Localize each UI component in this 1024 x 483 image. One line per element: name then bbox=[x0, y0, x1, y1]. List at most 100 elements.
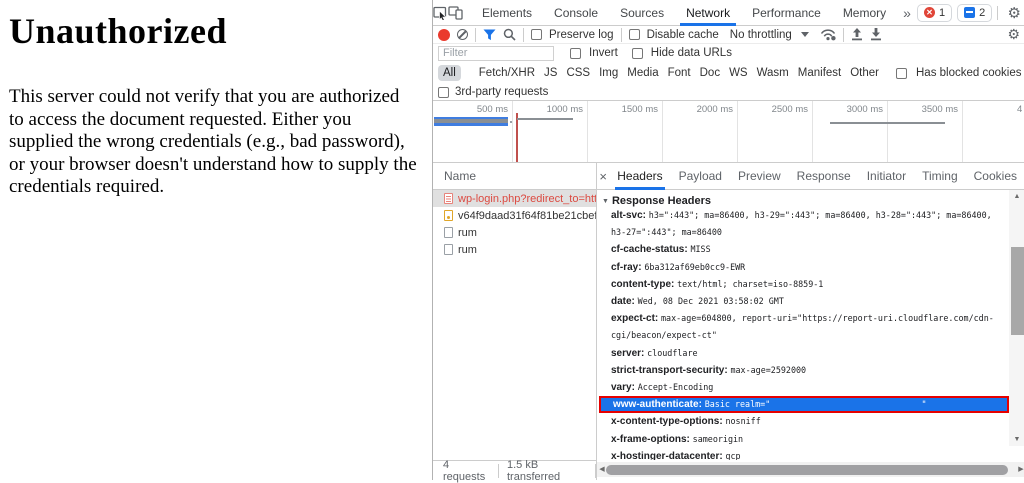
header-line: vary: Accept-Encoding bbox=[611, 379, 1008, 396]
error-count: 1 bbox=[939, 7, 945, 19]
paragraph-line: credentials required. bbox=[9, 176, 432, 199]
vertical-scrollbar[interactable]: ▲ ▼ bbox=[1009, 190, 1024, 446]
scroll-right-icon[interactable]: ▶ bbox=[1016, 462, 1024, 477]
header-name: vary: bbox=[611, 382, 638, 393]
header-line: h3-27=":443"; ma=86400 bbox=[611, 224, 1008, 241]
type-chip-js[interactable]: JS bbox=[544, 67, 557, 79]
detail-tab-preview[interactable]: Preview bbox=[730, 163, 789, 190]
close-detail-icon[interactable]: × bbox=[597, 169, 609, 184]
scroll-up-icon[interactable]: ▲ bbox=[1009, 190, 1024, 203]
has-blocked-cookies-checkbox[interactable] bbox=[896, 68, 907, 79]
hide-data-urls-checkbox[interactable] bbox=[632, 48, 643, 59]
timeline-label: 3000 ms bbox=[823, 104, 883, 115]
detail-tab-payload[interactable]: Payload bbox=[671, 163, 730, 190]
tab-memory[interactable]: Memory bbox=[832, 0, 897, 26]
resource-type-filter-bar: All Fetch/XHR JS CSS Img Media Font Doc WS Wasm Ma… bbox=[433, 62, 1024, 84]
header-line: cf-cache-status: MISS bbox=[611, 241, 1008, 258]
request-name: rum bbox=[458, 244, 477, 256]
tab-network[interactable]: Network bbox=[675, 0, 741, 26]
preserve-log-checkbox[interactable] bbox=[531, 29, 542, 40]
type-chip-ws[interactable]: WS bbox=[729, 67, 748, 79]
filter-bar: Invert Hide data URLs bbox=[433, 44, 1024, 62]
response-headers-title: Response Headers bbox=[612, 195, 711, 207]
detail-tab-response[interactable]: Response bbox=[789, 163, 859, 190]
network-controls-bar: Preserve log Disable cache No throttling… bbox=[433, 26, 1024, 44]
inspect-element-icon[interactable] bbox=[433, 2, 448, 24]
throttling-select[interactable]: No throttling bbox=[730, 29, 792, 41]
filter-input[interactable] bbox=[438, 46, 554, 61]
issues-badge[interactable]: 2 bbox=[957, 4, 992, 22]
request-row[interactable]: rum bbox=[433, 241, 596, 258]
header-value: h3-27=":443"; ma=86400 bbox=[611, 227, 722, 237]
more-tabs-icon[interactable]: » bbox=[897, 5, 917, 21]
type-chip-media[interactable]: Media bbox=[627, 67, 658, 79]
detail-tab-initiator[interactable]: Initiator bbox=[859, 163, 914, 190]
type-chip-other[interactable]: Other bbox=[850, 67, 879, 79]
header-entry-alt-svc: alt-svc: h3=":443"; ma=86400, h3-29=":44… bbox=[597, 207, 1010, 241]
doc-file-icon bbox=[444, 227, 453, 238]
import-har-icon[interactable] bbox=[851, 28, 863, 41]
response-headers-section[interactable]: ▼Response Headers bbox=[597, 190, 1010, 207]
devtools-tabs: ElementsConsoleSourcesNetworkPerformance… bbox=[471, 0, 897, 26]
toolbar-divider bbox=[523, 28, 524, 42]
type-chip-fetch-xhr[interactable]: Fetch/XHR bbox=[479, 67, 535, 79]
preserve-log-label: Preserve log bbox=[549, 29, 614, 41]
header-name: strict-transport-security: bbox=[611, 365, 730, 376]
detail-tab-headers[interactable]: Headers bbox=[609, 163, 670, 190]
type-chip-manifest[interactable]: Manifest bbox=[798, 67, 841, 79]
request-row[interactable]: v64f9daad31f64f81be21cbef6... bbox=[433, 207, 596, 224]
doc-error-file-icon bbox=[444, 193, 453, 204]
horizontal-scroll-thumb[interactable] bbox=[606, 465, 1008, 475]
settings-gear-icon[interactable]: ⚙ bbox=[1003, 2, 1024, 24]
type-chip-font[interactable]: Font bbox=[668, 67, 691, 79]
export-har-icon[interactable] bbox=[870, 28, 882, 41]
network-settings-gear-icon[interactable]: ⚙ bbox=[1007, 26, 1020, 43]
transferred-size: 1.5 kB transferred bbox=[507, 459, 587, 483]
header-entry-strict-transport-security: strict-transport-security: max-age=25920… bbox=[597, 362, 1010, 379]
detail-tab-timing[interactable]: Timing bbox=[914, 163, 966, 190]
disclosure-triangle-icon: ▼ bbox=[602, 198, 609, 205]
tab-sources[interactable]: Sources bbox=[609, 0, 675, 26]
header-value: Accept-Encoding bbox=[638, 382, 714, 392]
network-conditions-icon[interactable] bbox=[820, 28, 836, 41]
header-entry-date: date: Wed, 08 Dec 2021 03:58:02 GMT bbox=[597, 293, 1010, 310]
type-chip-all[interactable]: All bbox=[438, 65, 461, 81]
tab-console[interactable]: Console bbox=[543, 0, 609, 26]
third-party-checkbox[interactable] bbox=[438, 87, 449, 98]
header-line: www-authenticate: Basic realm=" " bbox=[613, 398, 1005, 411]
header-name: cf-cache-status: bbox=[611, 244, 690, 255]
type-chip-wasm[interactable]: Wasm bbox=[757, 67, 789, 79]
type-chip-img[interactable]: Img bbox=[599, 67, 618, 79]
header-name: cf-ray: bbox=[611, 262, 644, 273]
detail-tab-cookies[interactable]: Cookies bbox=[966, 163, 1024, 190]
network-overview-timeline[interactable]: 500 ms1000 ms1500 ms2000 ms2500 ms3000 m… bbox=[433, 101, 1024, 163]
header-line: expect-ct: max-age=604800, report-uri="h… bbox=[611, 310, 1008, 327]
request-list-pane: Name wp-login.php?redirect_to=htt... v64f… bbox=[433, 163, 596, 480]
header-name: server: bbox=[611, 348, 647, 359]
type-chip-doc[interactable]: Doc bbox=[700, 67, 720, 79]
search-icon[interactable] bbox=[503, 28, 516, 41]
request-row[interactable]: wp-login.php?redirect_to=htt... bbox=[433, 190, 596, 207]
disable-cache-checkbox[interactable] bbox=[629, 29, 640, 40]
error-icon: ✕ bbox=[924, 7, 935, 18]
request-row[interactable]: rum bbox=[433, 224, 596, 241]
error-badge[interactable]: ✕ 1 bbox=[917, 4, 952, 22]
timeline-gridline bbox=[662, 101, 663, 162]
invert-checkbox[interactable] bbox=[570, 48, 581, 59]
vertical-scroll-thumb[interactable] bbox=[1011, 247, 1024, 335]
header-line: server: cloudflare bbox=[611, 345, 1008, 362]
tab-elements[interactable]: Elements bbox=[471, 0, 543, 26]
device-toolbar-icon[interactable] bbox=[448, 2, 463, 24]
third-party-filter-bar: 3rd-party requests bbox=[433, 84, 1024, 101]
request-detail-pane: × HeadersPayloadPreviewResponseInitiator… bbox=[596, 163, 1024, 480]
record-button[interactable] bbox=[438, 29, 450, 41]
name-column-header[interactable]: Name bbox=[433, 163, 596, 190]
invert-label: Invert bbox=[589, 47, 618, 59]
filter-funnel-icon[interactable] bbox=[483, 29, 496, 41]
clear-icon[interactable] bbox=[457, 29, 468, 40]
request-name: wp-login.php?redirect_to=htt... bbox=[458, 193, 596, 205]
type-chip-css[interactable]: CSS bbox=[566, 67, 590, 79]
scroll-down-icon[interactable]: ▼ bbox=[1009, 433, 1024, 446]
horizontal-scrollbar[interactable]: ◀ ▶ bbox=[597, 462, 1024, 477]
tab-performance[interactable]: Performance bbox=[741, 0, 832, 26]
